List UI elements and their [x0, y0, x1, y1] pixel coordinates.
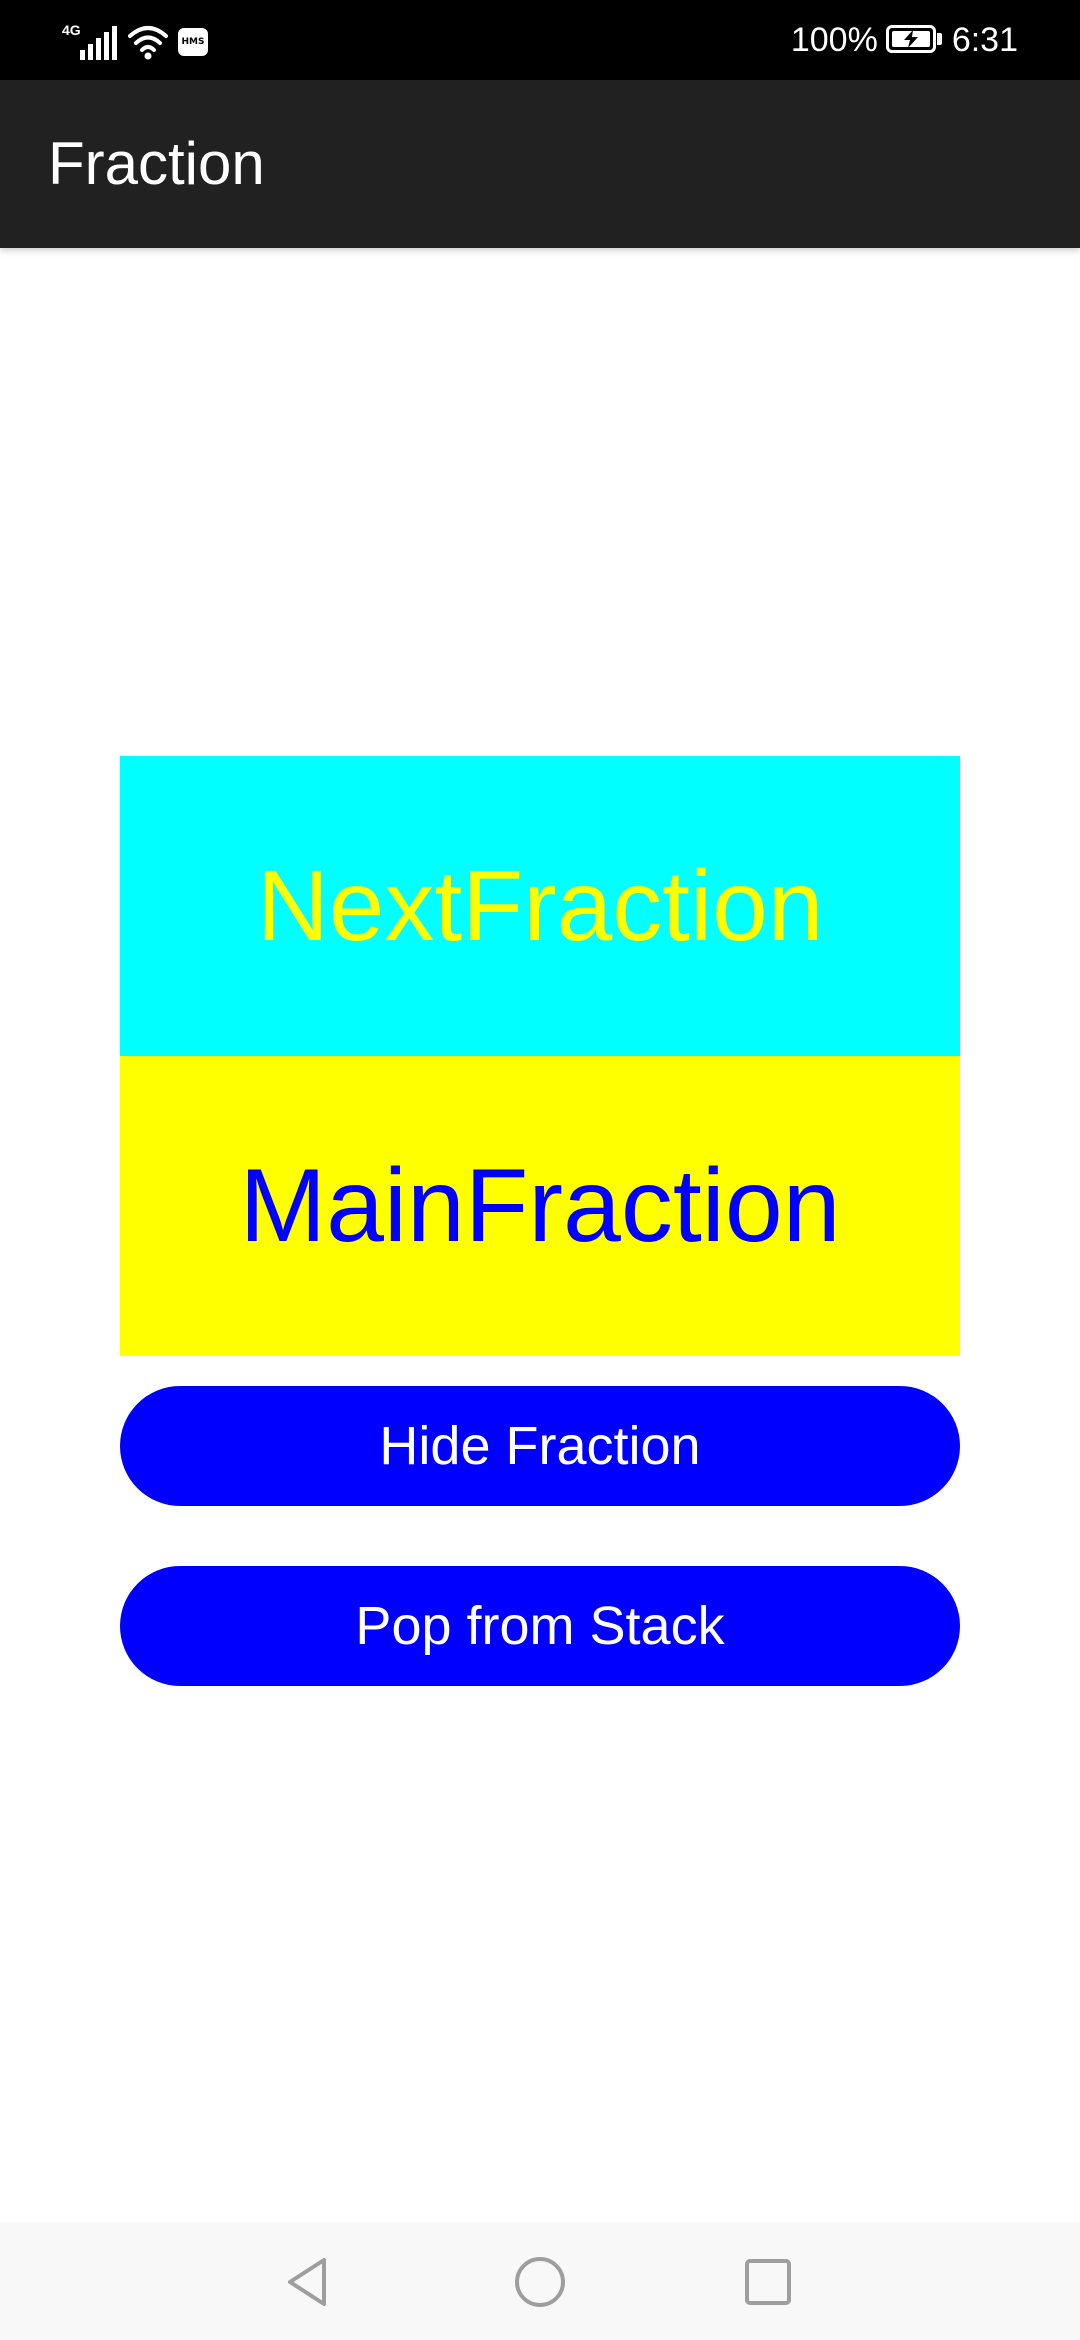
- pop-from-stack-button[interactable]: Pop from Stack: [120, 1566, 960, 1686]
- app-bar: Fraction: [0, 80, 1080, 248]
- status-right-group: 100% 6:31: [791, 16, 1018, 64]
- network-type-label: 4G: [62, 22, 81, 38]
- battery-charging-icon: [885, 25, 944, 55]
- cellular-signal-icon: 4G: [62, 20, 118, 60]
- status-bar: 4G HMS 100% 6:31: [0, 0, 1080, 80]
- home-icon[interactable]: [510, 2252, 570, 2312]
- next-fraction-label: NextFraction: [256, 850, 824, 962]
- hide-fraction-button[interactable]: Hide Fraction: [120, 1386, 960, 1506]
- next-fraction-container: NextFraction: [120, 756, 960, 1056]
- main-fraction-label: MainFraction: [239, 1148, 841, 1264]
- battery-percentage: 100%: [790, 20, 878, 59]
- main-fraction-container: MainFraction: [120, 1056, 960, 1356]
- hms-icon: HMS: [178, 28, 208, 56]
- wifi-icon: [128, 26, 168, 60]
- recent-apps-icon[interactable]: [738, 2252, 798, 2312]
- clock: 6:31: [951, 20, 1018, 59]
- hms-badge-label: HMS: [181, 37, 205, 47]
- navigation-bar: [0, 2222, 1080, 2340]
- back-icon[interactable]: [278, 2252, 338, 2312]
- screen: 4G HMS 100% 6:31 Fraction NextFraction M…: [0, 0, 1080, 2340]
- app-title: Fraction: [48, 130, 265, 197]
- status-left-group: 4G HMS: [62, 20, 208, 60]
